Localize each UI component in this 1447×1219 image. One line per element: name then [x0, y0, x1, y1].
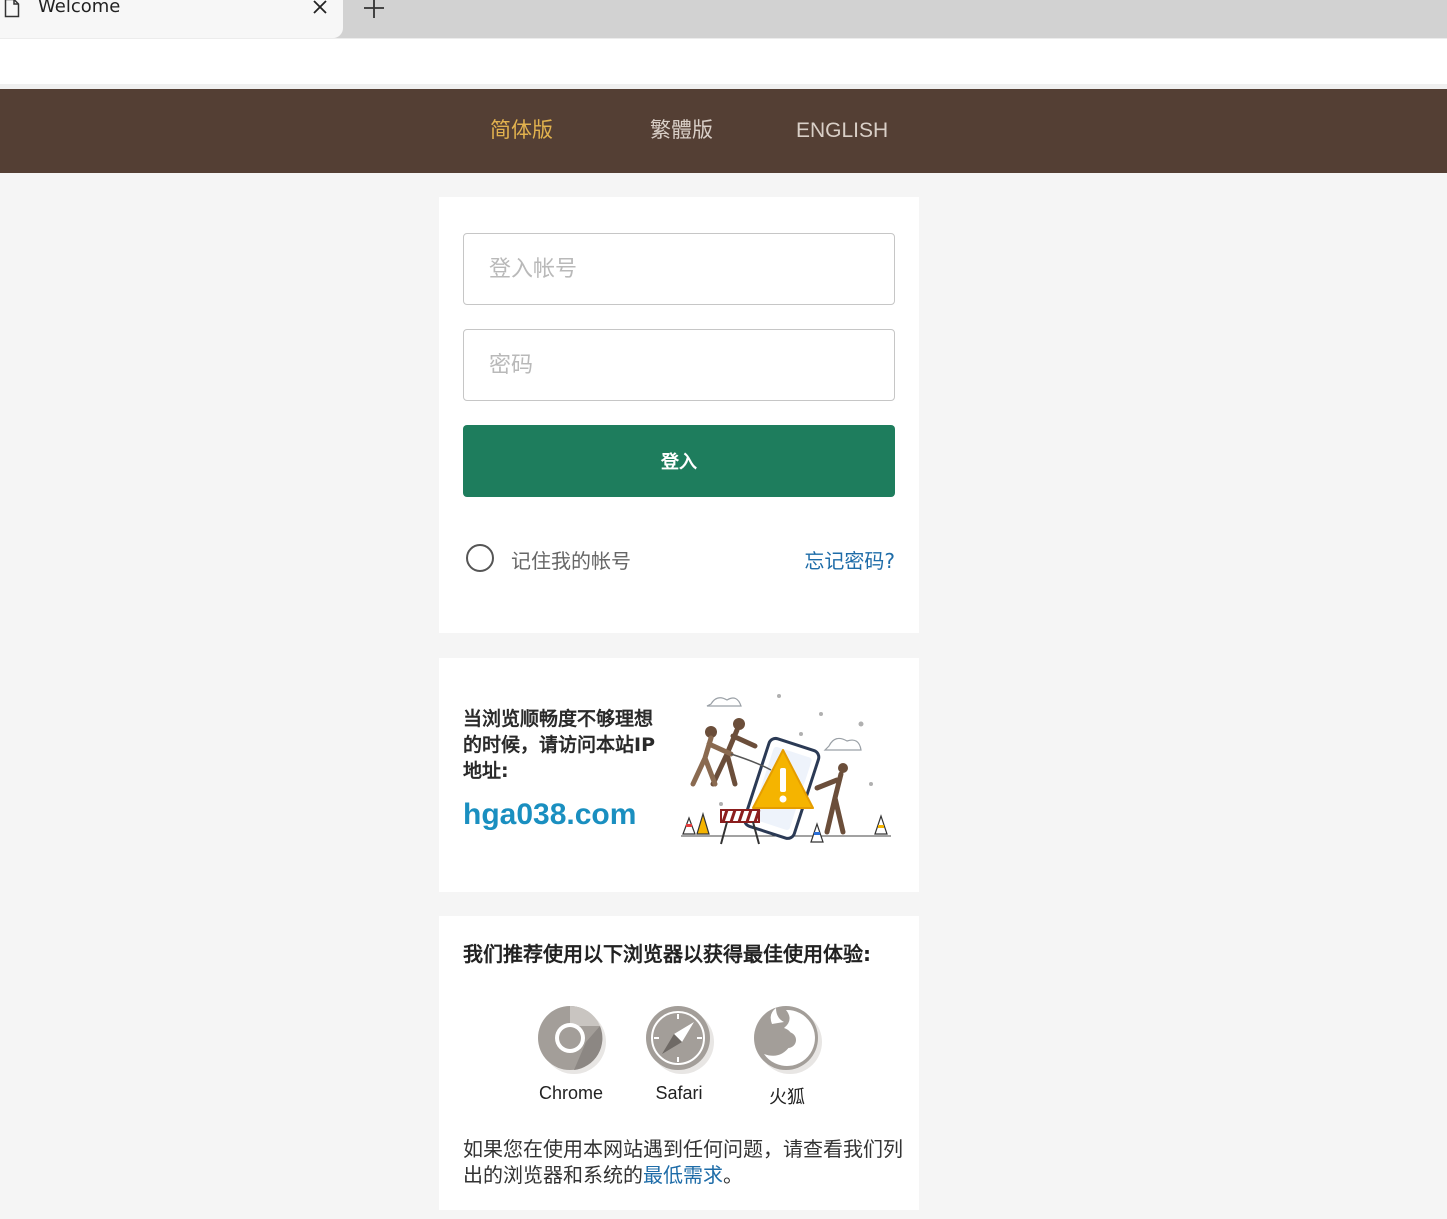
maintenance-warning-illustration-icon	[681, 694, 891, 845]
minimum-requirements-link[interactable]: 最低需求	[643, 1163, 723, 1187]
firefox-icon	[754, 1006, 822, 1074]
browser-recommendation-card: 我们推荐使用以下浏览器以获得最佳使用体验: Chrome Safari 火狐 如…	[439, 916, 919, 1210]
close-tab-icon[interactable]	[311, 0, 329, 16]
requirement-note-suffix: 。	[723, 1163, 743, 1187]
browser-firefox-label: 火狐	[769, 1087, 805, 1107]
lang-english[interactable]: ENGLISH	[796, 117, 888, 145]
ip-notice-card: 当浏览顺畅度不够理想的时候，请访问本站IP地址: hga038.com	[439, 658, 919, 892]
username-field[interactable]	[463, 233, 895, 305]
browser-safari[interactable]: Safari	[639, 1002, 719, 1104]
ip-notice-text: 当浏览顺畅度不够理想的时候，请访问本站IP地址:	[463, 708, 655, 782]
ip-domain-link[interactable]: hga038.com	[463, 798, 636, 832]
browser-toolbar	[0, 38, 1447, 84]
browser-tabstrip: Welcome	[0, 0, 1447, 38]
browser-chrome-label: Chrome	[538, 1083, 604, 1103]
document-icon	[4, 0, 20, 18]
lang-traditional[interactable]: 繁體版	[650, 117, 713, 145]
safari-icon	[646, 1006, 714, 1074]
chrome-icon	[538, 1005, 606, 1074]
new-tab-icon[interactable]	[362, 0, 386, 20]
browser-firefox[interactable]: 火狐	[747, 1002, 827, 1109]
lang-simplified[interactable]: 简体版	[490, 117, 553, 145]
remember-account-label[interactable]: 记住我的帐号	[511, 545, 631, 574]
browser-safari-label: Safari	[655, 1083, 703, 1103]
tab-title: Welcome	[38, 0, 121, 17]
language-bar: 简体版 繁體版 ENGLISH	[0, 89, 1447, 173]
browser-recommendation-title: 我们推荐使用以下浏览器以获得最佳使用体验:	[463, 942, 871, 966]
forgot-password-link[interactable]: 忘记密码?	[804, 545, 895, 574]
browser-tab[interactable]: Welcome	[0, 0, 343, 38]
login-card: 登入 记住我的帐号 忘记密码?	[439, 197, 919, 633]
browser-requirement-note: 如果您在使用本网站遇到任何问题，请查看我们列出的浏览器和系统的最低需求。	[463, 1136, 903, 1188]
password-field[interactable]	[463, 329, 895, 401]
browser-chrome[interactable]: Chrome	[531, 1002, 611, 1104]
login-button[interactable]: 登入	[463, 425, 895, 497]
remember-account-radio[interactable]	[466, 544, 494, 572]
